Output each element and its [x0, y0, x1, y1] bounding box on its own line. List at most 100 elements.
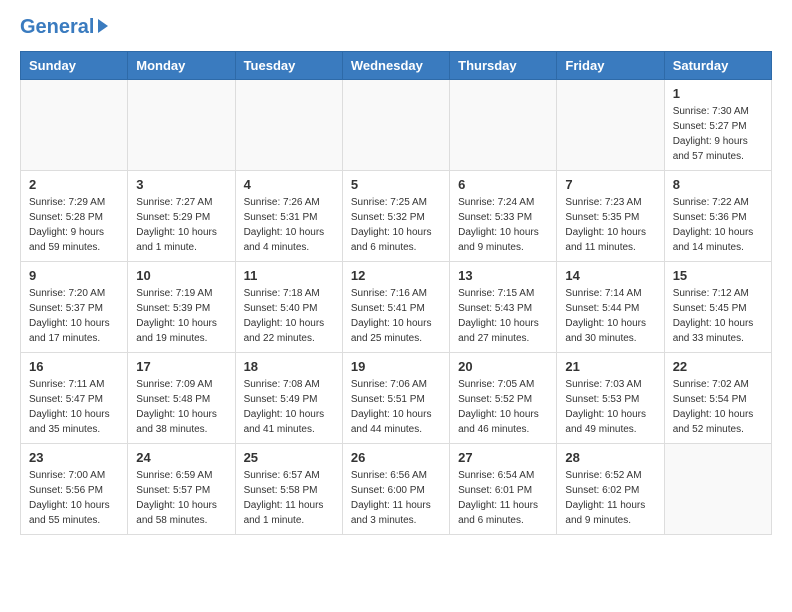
calendar-week-row: 23 Sunrise: 7:00 AMSunset: 5:56 PMDayligh… — [21, 444, 772, 535]
calendar-day-cell: 25 Sunrise: 6:57 AMSunset: 5:58 PMDayligh… — [235, 444, 342, 535]
calendar-day-cell: 8 Sunrise: 7:22 AMSunset: 5:36 PMDaylight… — [664, 171, 771, 262]
weekday-header: Monday — [128, 52, 235, 80]
day-info: Sunrise: 7:00 AMSunset: 5:56 PMDaylight:… — [29, 468, 119, 528]
day-number: 15 — [673, 268, 763, 283]
calendar-day-cell: 26 Sunrise: 6:56 AMSunset: 6:00 PMDayligh… — [342, 444, 449, 535]
calendar-day-cell: 21 Sunrise: 7:03 AMSunset: 5:53 PMDayligh… — [557, 353, 664, 444]
day-info: Sunrise: 6:52 AMSunset: 6:02 PMDaylight:… — [565, 468, 655, 528]
day-info: Sunrise: 7:02 AMSunset: 5:54 PMDaylight:… — [673, 377, 763, 437]
calendar-day-cell: 4Sunrise: 7:26 AMSunset: 5:31 PMDaylight… — [235, 171, 342, 262]
calendar-week-row: 16 Sunrise: 7:11 AMSunset: 5:47 PMDayligh… — [21, 353, 772, 444]
day-info: Sunrise: 7:23 AMSunset: 5:35 PMDaylight:… — [565, 195, 655, 255]
calendar-body: 1 Sunrise: 7:30 AMSunset: 5:27 PMDaylight… — [21, 80, 772, 535]
day-info: Sunrise: 6:59 AMSunset: 5:57 PMDaylight:… — [136, 468, 226, 528]
day-number: 21 — [565, 359, 655, 374]
day-info: Sunrise: 7:29 AMSunset: 5:28 PMDaylight:… — [29, 195, 119, 255]
calendar-day-cell: 17 Sunrise: 7:09 AMSunset: 5:48 PMDayligh… — [128, 353, 235, 444]
calendar-day-cell: 16 Sunrise: 7:11 AMSunset: 5:47 PMDayligh… — [21, 353, 128, 444]
day-number: 24 — [136, 450, 226, 465]
calendar-table: SundayMondayTuesdayWednesdayThursdayFrid… — [20, 51, 772, 535]
day-number: 20 — [458, 359, 548, 374]
logo: General — [20, 16, 108, 39]
weekday-header: Sunday — [21, 52, 128, 80]
day-number: 22 — [673, 359, 763, 374]
day-info: Sunrise: 7:30 AMSunset: 5:27 PMDaylight:… — [673, 104, 763, 164]
day-number: 18 — [244, 359, 334, 374]
day-number: 26 — [351, 450, 441, 465]
calendar-day-cell: 22 Sunrise: 7:02 AMSunset: 5:54 PMDayligh… — [664, 353, 771, 444]
calendar-day-cell: 27 Sunrise: 6:54 AMSunset: 6:01 PMDayligh… — [450, 444, 557, 535]
day-number: 1 — [673, 86, 763, 101]
day-info: Sunrise: 7:18 AMSunset: 5:40 PMDaylight:… — [244, 286, 334, 346]
day-info: Sunrise: 6:56 AMSunset: 6:00 PMDaylight:… — [351, 468, 441, 528]
calendar-day-cell: 11 Sunrise: 7:18 AMSunset: 5:40 PMDayligh… — [235, 262, 342, 353]
day-info: Sunrise: 7:15 AMSunset: 5:43 PMDaylight:… — [458, 286, 548, 346]
day-number: 11 — [244, 268, 334, 283]
calendar-day-cell: 1 Sunrise: 7:30 AMSunset: 5:27 PMDaylight… — [664, 80, 771, 171]
weekday-header: Thursday — [450, 52, 557, 80]
day-number: 25 — [244, 450, 334, 465]
day-info: Sunrise: 7:08 AMSunset: 5:49 PMDaylight:… — [244, 377, 334, 437]
day-number: 9 — [29, 268, 119, 283]
calendar-day-cell: 23 Sunrise: 7:00 AMSunset: 5:56 PMDayligh… — [21, 444, 128, 535]
calendar-day-cell: 10 Sunrise: 7:19 AMSunset: 5:39 PMDayligh… — [128, 262, 235, 353]
weekday-header: Saturday — [664, 52, 771, 80]
day-info: Sunrise: 7:12 AMSunset: 5:45 PMDaylight:… — [673, 286, 763, 346]
day-info: Sunrise: 7:11 AMSunset: 5:47 PMDaylight:… — [29, 377, 119, 437]
day-info: Sunrise: 7:24 AMSunset: 5:33 PMDaylight:… — [458, 195, 548, 255]
calendar-day-cell: 3Sunrise: 7:27 AMSunset: 5:29 PMDaylight… — [128, 171, 235, 262]
weekday-header: Wednesday — [342, 52, 449, 80]
day-number: 17 — [136, 359, 226, 374]
day-number: 6 — [458, 177, 548, 192]
day-number: 28 — [565, 450, 655, 465]
day-number: 16 — [29, 359, 119, 374]
day-info: Sunrise: 7:20 AMSunset: 5:37 PMDaylight:… — [29, 286, 119, 346]
day-number: 8 — [673, 177, 763, 192]
day-info: Sunrise: 7:03 AMSunset: 5:53 PMDaylight:… — [565, 377, 655, 437]
calendar-day-cell: 5 Sunrise: 7:25 AMSunset: 5:32 PMDaylight… — [342, 171, 449, 262]
day-number: 5 — [351, 177, 441, 192]
day-number: 19 — [351, 359, 441, 374]
calendar-week-row: 2 Sunrise: 7:29 AMSunset: 5:28 PMDaylight… — [21, 171, 772, 262]
calendar-day-cell: 9 Sunrise: 7:20 AMSunset: 5:37 PMDaylight… — [21, 262, 128, 353]
logo-triangle-icon — [98, 19, 108, 33]
day-number: 14 — [565, 268, 655, 283]
calendar-day-cell: 13 Sunrise: 7:15 AMSunset: 5:43 PMDayligh… — [450, 262, 557, 353]
logo-general-text: General — [20, 16, 94, 39]
day-info: Sunrise: 6:57 AMSunset: 5:58 PMDaylight:… — [244, 468, 334, 528]
calendar-day-cell: 28 Sunrise: 6:52 AMSunset: 6:02 PMDayligh… — [557, 444, 664, 535]
calendar-day-cell: 12 Sunrise: 7:16 AMSunset: 5:41 PMDayligh… — [342, 262, 449, 353]
weekday-header: Tuesday — [235, 52, 342, 80]
calendar-day-cell: 2 Sunrise: 7:29 AMSunset: 5:28 PMDaylight… — [21, 171, 128, 262]
day-number: 10 — [136, 268, 226, 283]
calendar-day-cell: 6 Sunrise: 7:24 AMSunset: 5:33 PMDaylight… — [450, 171, 557, 262]
day-number: 13 — [458, 268, 548, 283]
calendar-day-cell: 20Sunrise: 7:05 AMSunset: 5:52 PMDayligh… — [450, 353, 557, 444]
logo-line: General — [20, 16, 108, 39]
day-number: 7 — [565, 177, 655, 192]
day-info: Sunrise: 7:19 AMSunset: 5:39 PMDaylight:… — [136, 286, 226, 346]
calendar-day-cell — [450, 80, 557, 171]
day-number: 23 — [29, 450, 119, 465]
day-info: Sunrise: 7:25 AMSunset: 5:32 PMDaylight:… — [351, 195, 441, 255]
calendar-day-cell — [342, 80, 449, 171]
calendar-week-row: 1 Sunrise: 7:30 AMSunset: 5:27 PMDaylight… — [21, 80, 772, 171]
day-info: Sunrise: 7:06 AMSunset: 5:51 PMDaylight:… — [351, 377, 441, 437]
day-number: 27 — [458, 450, 548, 465]
calendar-day-cell — [21, 80, 128, 171]
day-info: Sunrise: 7:16 AMSunset: 5:41 PMDaylight:… — [351, 286, 441, 346]
weekday-header: Friday — [557, 52, 664, 80]
calendar-day-cell — [664, 444, 771, 535]
header: General — [20, 16, 772, 39]
calendar-day-cell: 7 Sunrise: 7:23 AMSunset: 5:35 PMDaylight… — [557, 171, 664, 262]
day-number: 12 — [351, 268, 441, 283]
day-info: Sunrise: 7:22 AMSunset: 5:36 PMDaylight:… — [673, 195, 763, 255]
calendar-day-cell: 24 Sunrise: 6:59 AMSunset: 5:57 PMDayligh… — [128, 444, 235, 535]
day-info: Sunrise: 7:09 AMSunset: 5:48 PMDaylight:… — [136, 377, 226, 437]
day-info: Sunrise: 7:26 AMSunset: 5:31 PMDaylight:… — [244, 195, 334, 255]
day-info: Sunrise: 6:54 AMSunset: 6:01 PMDaylight:… — [458, 468, 548, 528]
calendar-day-cell: 18 Sunrise: 7:08 AMSunset: 5:49 PMDayligh… — [235, 353, 342, 444]
calendar-header: SundayMondayTuesdayWednesdayThursdayFrid… — [21, 52, 772, 80]
day-number: 2 — [29, 177, 119, 192]
calendar-day-cell: 19 Sunrise: 7:06 AMSunset: 5:51 PMDayligh… — [342, 353, 449, 444]
